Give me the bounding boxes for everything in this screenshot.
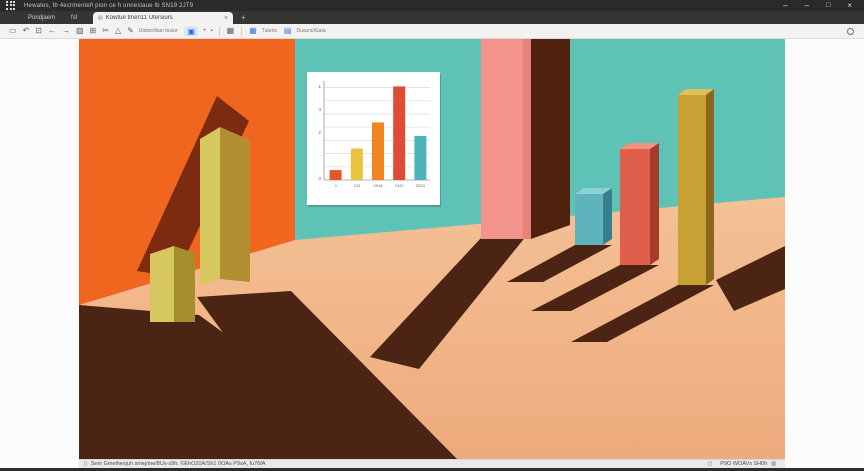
tab-active-document[interactable]: ▤ Kowtue tmen11 Utersiurs × [93,12,234,24]
document-canvas[interactable]: 1 3 2 · 0 0 103 2918 2443 2023 [79,39,785,459]
minimize-button[interactable]: – [783,1,787,10]
short-olive-block-front-face [174,246,195,322]
tall-olive-block-left-face [200,127,220,285]
short-olive-block-left-face [150,246,174,322]
undo-icon[interactable]: ↶ [23,26,30,36]
chart-x-tick-label: 2023 [416,183,426,188]
salmon-block-side [650,143,659,265]
views-icon[interactable]: ▦ [249,26,257,36]
toolbar-left-icons: ▭ ↶ ⊡ ← → ▨ ⊞ ✂ △ ✎ [6,26,137,36]
mustard-block-front [678,95,706,285]
image-icon[interactable]: ▨ [76,26,84,36]
status-text: Sem Gmelhesjuh smej/me/8Us-s9h. ©EhO20A/… [90,461,266,467]
title-bar: Hewates, Ib 4ecrmentefl pion ce h unnesl… [0,0,864,11]
chart-bar-1 [350,148,363,180]
status-right-gutter [785,459,864,468]
document-icon: ▤ [98,14,103,21]
chart-x-tick-label: 103 [353,183,360,188]
tab-label: Kowtue tmen11 Utersiurs [105,15,173,21]
grid-icon[interactable]: ▦ [227,26,235,36]
window-title: Hewates, Ib 4ecrmentefl pion ce h unnesl… [24,2,194,9]
pink-pillar-edge [523,39,531,239]
chart-bar-0 [329,170,342,180]
maximize-button[interactable]: □ [826,2,830,10]
application-window: Hewates, Ib 4ecrmentefl pion ce h unnesl… [0,0,864,471]
menu-pondjaem[interactable]: Pondjaem [28,15,55,21]
views-label: Tutens [261,28,277,34]
tab-close-icon[interactable]: × [224,15,228,22]
tool-label: Utstse/iban tosiur [138,28,178,34]
window-controls: – – □ × [783,1,858,10]
page-icon: ▯ [84,461,87,467]
back-arrow-icon[interactable]: ← [48,26,56,36]
status-row: ▯ Sem Gmelhesjuh smej/me/8Us-s9h. ©EhO20… [0,459,864,468]
chart-x-tick-label: 2443 [395,183,405,188]
share-icon[interactable]: ⊡ [35,26,42,36]
close-button[interactable]: × [847,1,852,10]
teal-block-side [603,188,612,245]
scissors-icon[interactable]: ✂ [102,26,109,36]
search-icon[interactable] [847,27,854,35]
toolbar-separator [218,26,220,36]
app-launcher-icon[interactable] [6,1,16,10]
left-gutter [0,39,79,459]
status-left-gutter [0,459,79,468]
shapes-icon[interactable]: △ [115,26,121,36]
copy-icon[interactable]: ▢ [708,461,713,467]
tall-olive-block-front-face [220,127,250,282]
data-panel-icon[interactable]: ▤ [284,26,292,36]
data-panel-label: Dusurs/iGata [296,28,326,34]
salmon-block-front [620,149,650,265]
chart-poster: 132·00 103 2918 2443 2023 [307,72,441,207]
workspace: 1 3 2 · 0 0 103 2918 2443 2023 [0,39,864,459]
menu-fsl[interactable]: fsl [71,15,77,21]
chart-bar-3 [393,86,406,180]
chart-y-tick-label: · [320,153,322,158]
new-tab-button[interactable]: + [241,13,246,22]
pen-icon[interactable]: ✎ [127,26,134,36]
toolbar-separator [241,26,243,36]
table-icon[interactable]: ⊞ [90,26,97,36]
pillar-wall-shadow [531,39,570,239]
minimize-2-button[interactable]: – [805,1,809,10]
tab-bar: Pondjaem fsl ▤ Kowtue tmen11 Utersiurs ×… [0,11,864,24]
trash-icon[interactable]: ▥ [771,461,776,467]
chart-bar-4 [414,135,427,180]
active-tool-icon[interactable]: ▣ [184,25,198,37]
toolbar: ▭ ↶ ⊡ ← → ▨ ⊞ ✂ △ ✎ Utstse/iban tosiur ▣ + ▪ ▦ ▦ … [0,24,864,39]
chart-bar-2 [372,122,384,180]
status-bar: ▯ Sem Gmelhesjuh smej/me/8Us-s9h. ©EhO20… [79,459,785,468]
select-tool-icon[interactable]: ▭ [9,26,17,36]
forward-arrow-icon[interactable]: → [62,26,70,36]
chart-x-tick-label: 2918 [374,183,384,188]
status-right-text: P9O WOAVs SH0h [720,461,768,467]
mustard-block-side [706,89,714,285]
right-gutter [785,39,864,459]
tool-option-icon[interactable]: ▪ [211,28,213,34]
teal-block-front [575,194,603,245]
plus-icon[interactable]: + [203,28,207,34]
